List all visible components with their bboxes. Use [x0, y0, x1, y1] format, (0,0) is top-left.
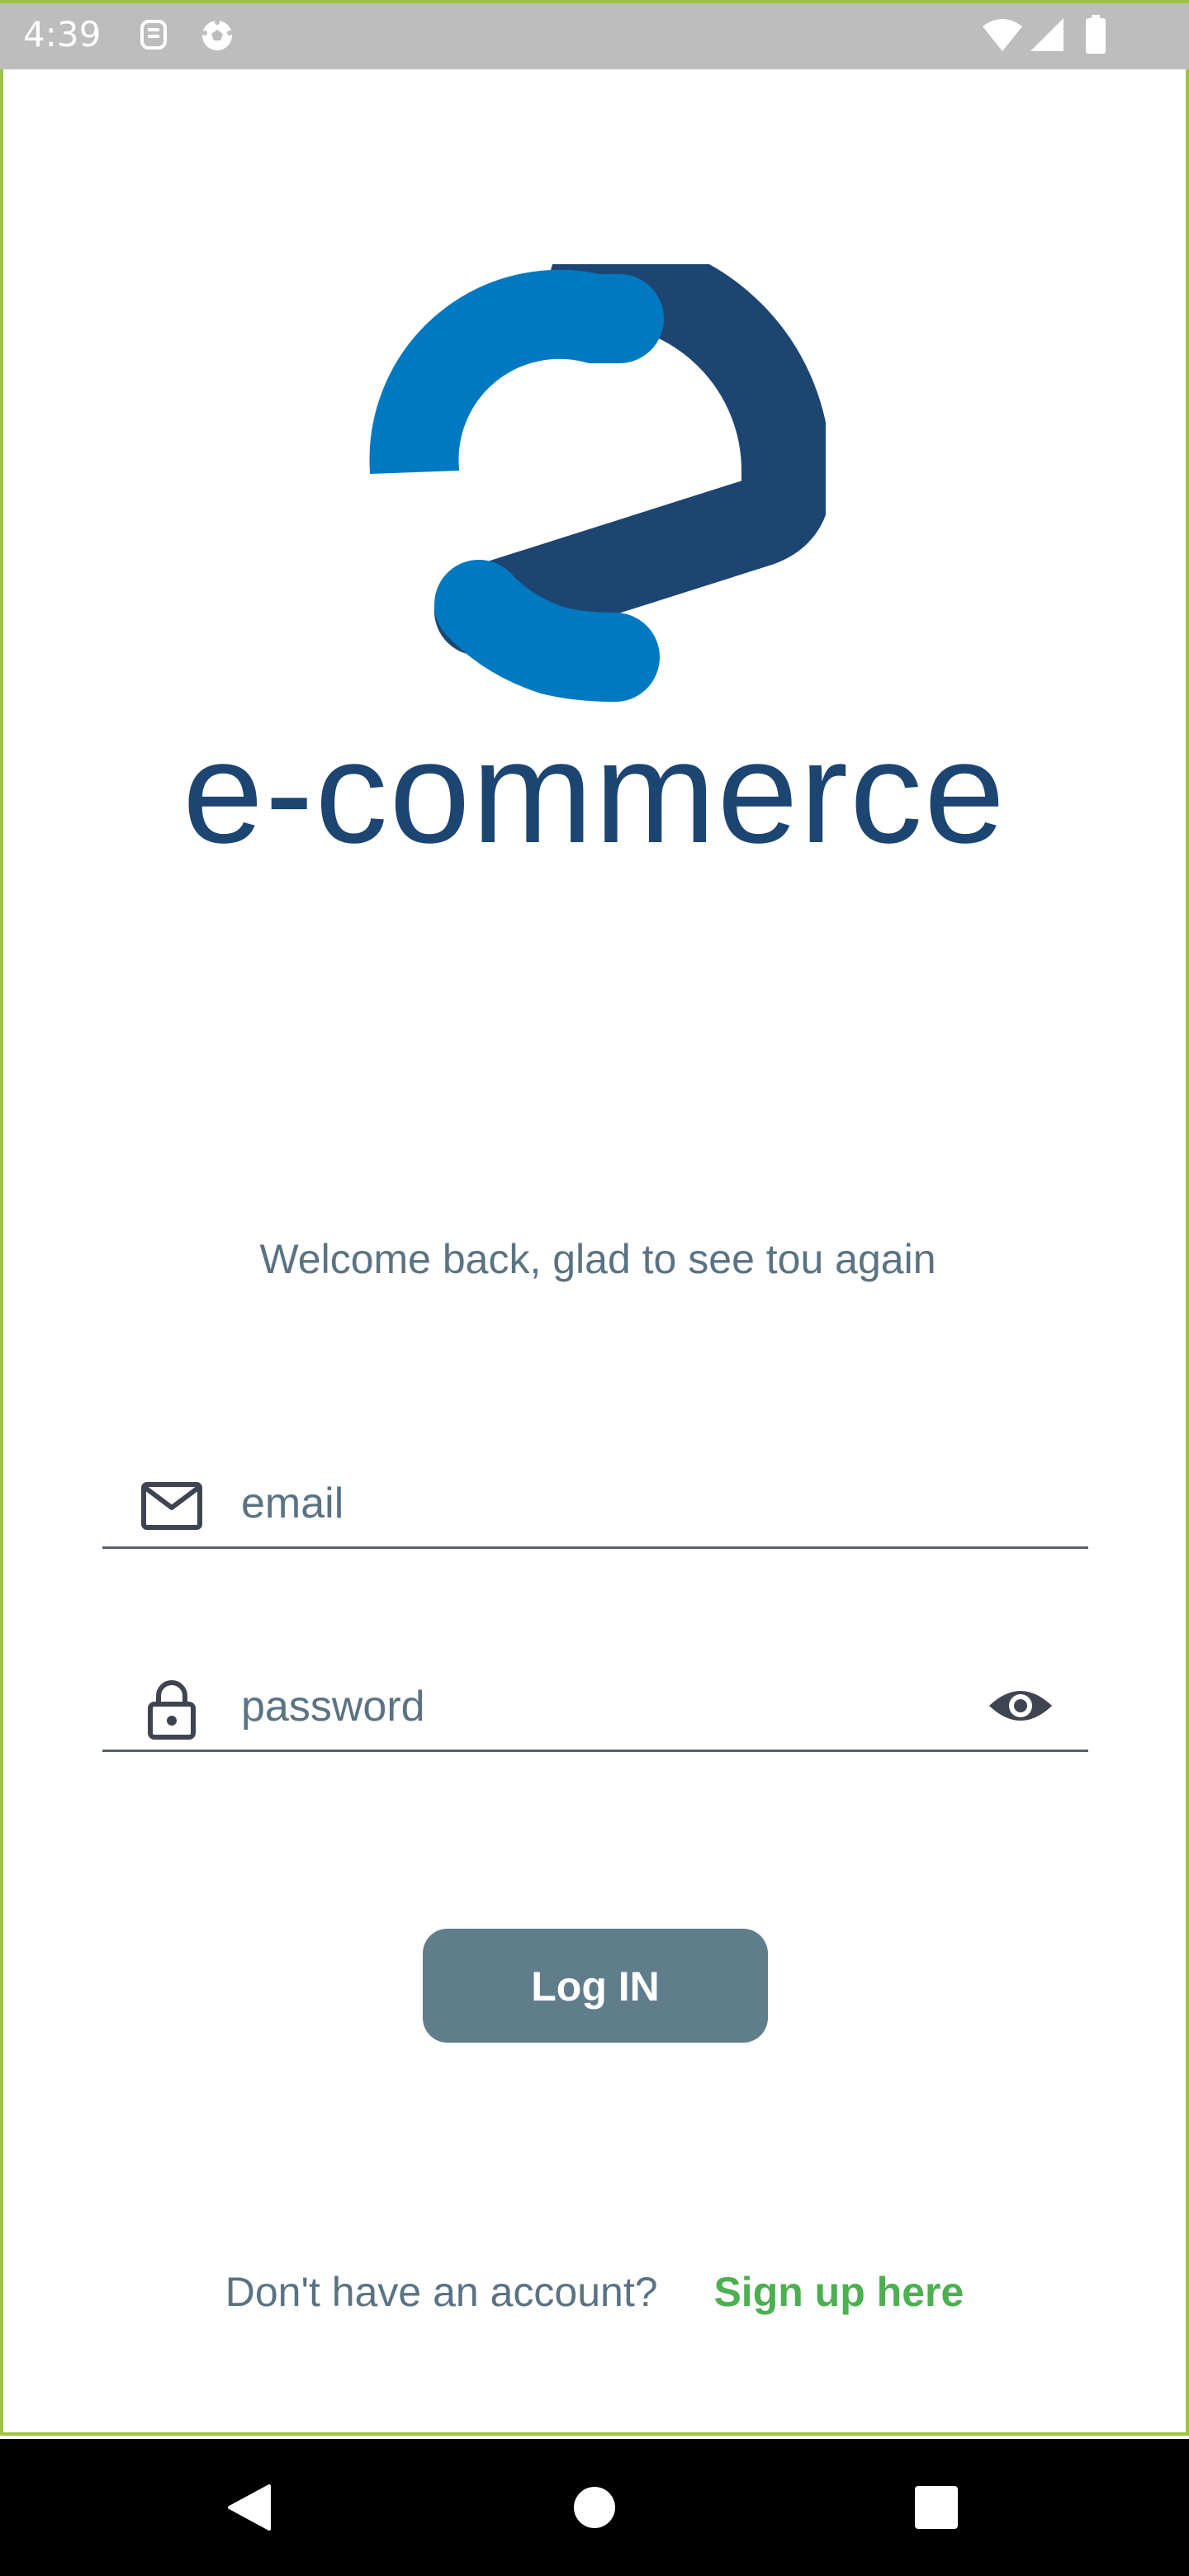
welcome-message: Welcome back, glad to see tou again: [259, 1236, 936, 1282]
password-input[interactable]: [241, 1669, 951, 1744]
logo-wordmark: e-commerce: [182, 712, 1007, 874]
home-icon[interactable]: [528, 2439, 661, 2576]
signup-row: Don't have an account? Sign up here: [0, 2259, 1189, 2325]
login-button[interactable]: Log IN: [423, 1929, 768, 2043]
login-screen: 4:39 e-commerce Welcome back, glad to se…: [0, 0, 1189, 2576]
email-input[interactable]: [241, 1466, 951, 1541]
eye-icon[interactable]: [981, 1666, 1060, 1745]
signup-prompt: Don't have an account?: [225, 2269, 658, 2315]
e-logo-icon: [363, 234, 831, 710]
soccer-ball-icon: [200, 18, 234, 57]
lock-icon: [140, 1678, 203, 1740]
email-field[interactable]: [102, 1442, 1088, 1549]
recents-icon[interactable]: [870, 2439, 1002, 2576]
frame-top-edge: [0, 0, 1189, 3]
signup-link[interactable]: Sign up here: [713, 2269, 964, 2315]
status-bar: 4:39: [0, 0, 1189, 69]
navigation-bar: [0, 2439, 1189, 2576]
mail-icon: [140, 1475, 203, 1537]
status-time: 4:39: [23, 14, 102, 54]
sim-card-icon: [137, 18, 170, 55]
battery-icon: [1085, 15, 1106, 59]
cellular-signal-icon: [1029, 17, 1065, 57]
password-field[interactable]: [102, 1645, 1088, 1752]
back-icon[interactable]: [183, 2439, 315, 2576]
wifi-icon: [981, 18, 1024, 57]
